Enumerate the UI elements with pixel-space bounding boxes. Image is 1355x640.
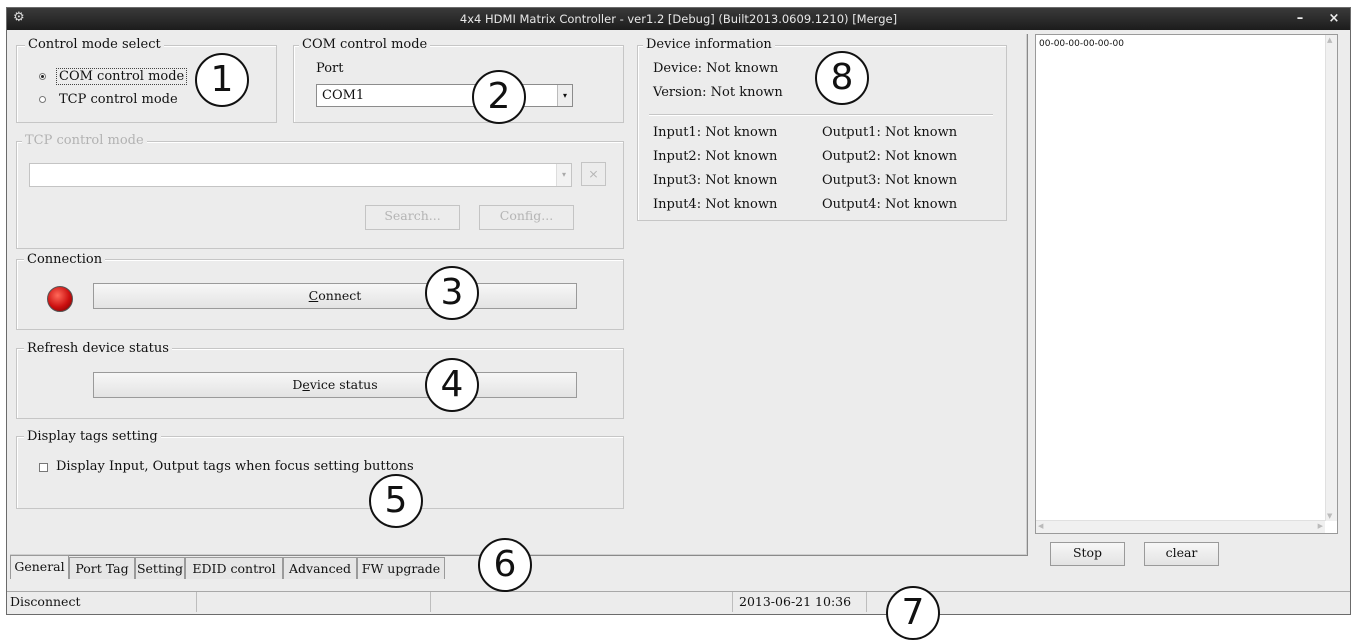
clear-button[interactable]: clear xyxy=(1144,542,1219,566)
status-cell-3 xyxy=(431,592,733,612)
callout-3: 3 xyxy=(425,266,479,320)
close-button[interactable]: × xyxy=(1324,10,1344,28)
window-title: 4x4 HDMI Matrix Controller - ver1.2 [Deb… xyxy=(459,12,898,26)
tab-bar: General Port Tag Setting EDID control Ad… xyxy=(10,555,450,579)
tab-advanced[interactable]: Advanced xyxy=(283,557,357,579)
scroll-left-icon[interactable]: ◀ xyxy=(1038,522,1043,530)
scroll-down-icon[interactable]: ▼ xyxy=(1327,512,1332,520)
callout-6: 6 xyxy=(478,538,532,592)
callout-5: 5 xyxy=(369,474,423,528)
callout-4: 4 xyxy=(425,358,479,412)
log-line: 00-00-00-00-00-00 xyxy=(1039,39,1124,49)
log-horizontal-scrollbar[interactable]: ◀ ▶ xyxy=(1036,520,1325,533)
scroll-up-icon[interactable]: ▲ xyxy=(1327,36,1332,44)
callout-8: 8 xyxy=(815,51,869,105)
callout-1: 1 xyxy=(195,53,249,107)
scroll-right-icon[interactable]: ▶ xyxy=(1318,522,1323,530)
app-window: ⚙ 4x4 HDMI Matrix Controller - ver1.2 [D… xyxy=(6,7,1351,640)
title-bar[interactable]: ⚙ 4x4 HDMI Matrix Controller - ver1.2 [D… xyxy=(7,8,1350,30)
tab-general[interactable]: General xyxy=(10,555,69,579)
status-datetime: 2013-06-21 10:36 xyxy=(733,592,867,612)
status-connection: Disconnect xyxy=(7,592,197,612)
tab-port-tag[interactable]: Port Tag xyxy=(69,557,135,579)
callout-2: 2 xyxy=(472,70,526,124)
minimize-button[interactable]: – xyxy=(1290,10,1310,28)
status-bar: Disconnect 2013-06-21 10:36 xyxy=(7,591,1350,613)
stop-button[interactable]: Stop xyxy=(1050,542,1125,566)
log-vertical-scrollbar[interactable]: ▲ ▼ xyxy=(1325,35,1337,521)
tab-edid-control[interactable]: EDID control xyxy=(185,557,283,579)
log-panel[interactable]: 00-00-00-00-00-00 ▲ ▼ ◀ ▶ xyxy=(1035,34,1338,534)
tab-fw-upgrade[interactable]: FW upgrade xyxy=(357,557,445,579)
status-cell-2 xyxy=(197,592,431,612)
callout-7: 7 xyxy=(886,586,940,640)
tab-setting[interactable]: Setting xyxy=(135,557,185,579)
